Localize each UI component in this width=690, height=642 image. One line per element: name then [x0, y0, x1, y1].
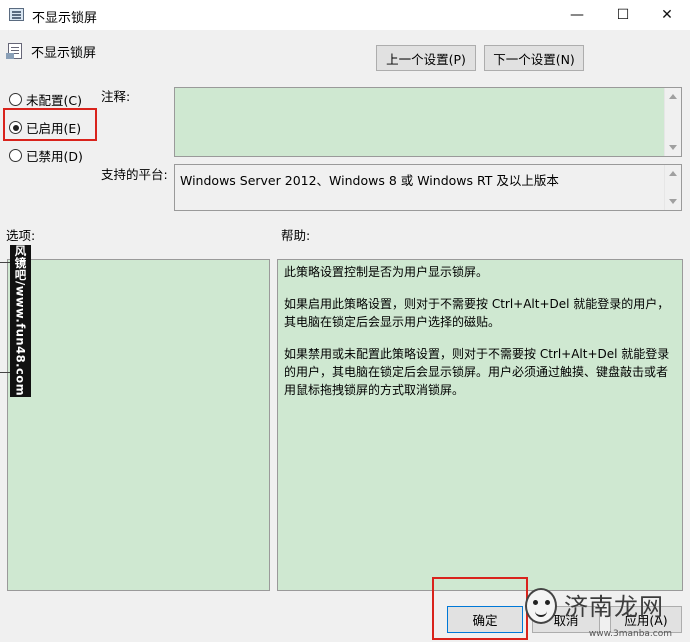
watermark-url: www.3manba.com — [588, 629, 672, 639]
watermark-logo: 济南龙网 — [564, 593, 664, 621]
previous-setting-button[interactable]: 上一个设置(P) — [376, 45, 476, 71]
comment-textarea[interactable] — [174, 87, 682, 157]
platform-text: Windows Server 2012、Windows 8 或 Windows … — [180, 173, 559, 188]
close-button[interactable]: ✕ — [644, 0, 690, 30]
help-paragraph-3: 如果禁用或未配置此策略设置，则对于不需要按 Ctrl+Alt+Del 就能登录的… — [284, 347, 670, 397]
platform-scrollbar[interactable] — [664, 165, 681, 210]
policy-app-icon — [9, 8, 24, 21]
radio-label-enabled: 已启用(E) — [26, 121, 82, 136]
platform-label: 支持的平台: — [101, 167, 168, 182]
radio-disabled[interactable]: 已禁用(D) — [9, 146, 83, 165]
window-title: 不显示锁屏 — [32, 11, 98, 26]
setting-icon — [6, 43, 22, 59]
options-label: 选项: — [6, 228, 36, 243]
scroll-up-icon[interactable] — [669, 94, 677, 99]
comment-scrollbar[interactable] — [664, 88, 681, 156]
maximize-icon: ☐ — [616, 7, 630, 23]
options-panel — [7, 259, 270, 591]
comment-label: 注释: — [101, 89, 131, 104]
platform-box: Windows Server 2012、Windows 8 或 Windows … — [174, 164, 682, 211]
help-panel: 此策略设置控制是否为用户显示锁屏。 如果启用此策略设置，则对于不需要按 Ctrl… — [277, 259, 683, 591]
radio-circle[interactable] — [9, 149, 22, 162]
radio-enabled[interactable]: 已启用(E) — [9, 118, 81, 137]
radio-circle[interactable] — [9, 93, 22, 106]
minimize-icon: — — [570, 7, 584, 23]
close-icon: ✕ — [661, 7, 673, 23]
help-paragraph-1: 此策略设置控制是否为用户显示锁屏。 — [284, 265, 489, 279]
scroll-down-icon[interactable] — [669, 199, 677, 204]
setting-name: 不显示锁屏 — [31, 46, 97, 61]
highlight-box-ok — [432, 577, 528, 640]
watermark-line — [0, 262, 10, 263]
help-paragraph-2: 如果启用此策略设置，则对于不需要按 Ctrl+Alt+Del 就能登录的用户，其… — [284, 297, 670, 329]
minimize-button[interactable]: — — [554, 0, 600, 30]
watermark-strip: 风镜吧/www.fun48.com — [10, 245, 31, 397]
next-setting-button[interactable]: 下一个设置(N) — [484, 45, 584, 71]
mascot-logo — [525, 588, 557, 624]
scroll-down-icon[interactable] — [669, 145, 677, 150]
radio-not-configured[interactable]: 未配置(C) — [9, 90, 82, 109]
radio-circle-checked[interactable] — [9, 121, 22, 134]
scroll-up-icon[interactable] — [669, 171, 677, 176]
watermark-line — [0, 372, 10, 373]
radio-label-not-configured: 未配置(C) — [26, 93, 82, 108]
help-label: 帮助: — [281, 228, 311, 243]
maximize-button[interactable]: ☐ — [600, 0, 646, 30]
radio-label-disabled: 已禁用(D) — [26, 149, 83, 164]
